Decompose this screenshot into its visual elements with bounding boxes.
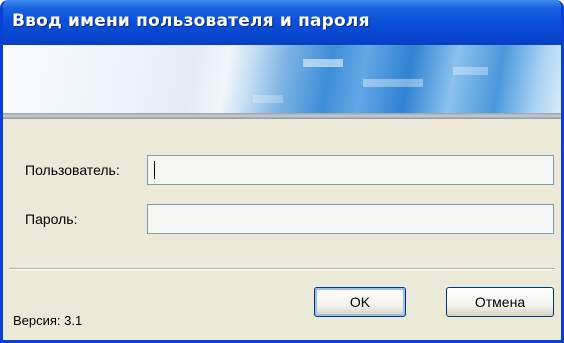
login-dialog: Ввод имени пользователя и пароля Пользов… xyxy=(0,0,564,343)
username-input[interactable] xyxy=(147,155,554,185)
password-input[interactable] xyxy=(147,204,554,234)
text-caret xyxy=(154,161,155,179)
banner-divider xyxy=(3,113,561,119)
ok-button[interactable]: OK xyxy=(314,287,406,317)
password-label: Пароль: xyxy=(25,211,78,227)
dialog-title: Ввод имени пользователя и пароля xyxy=(12,11,370,31)
username-label: Пользователь: xyxy=(25,162,120,178)
title-bar[interactable]: Ввод имени пользователя и пароля xyxy=(3,0,561,45)
footer-separator xyxy=(9,268,555,270)
version-label: Версия: 3.1 xyxy=(13,313,83,328)
cancel-button[interactable]: Отмена xyxy=(446,287,554,317)
header-banner xyxy=(3,45,561,115)
